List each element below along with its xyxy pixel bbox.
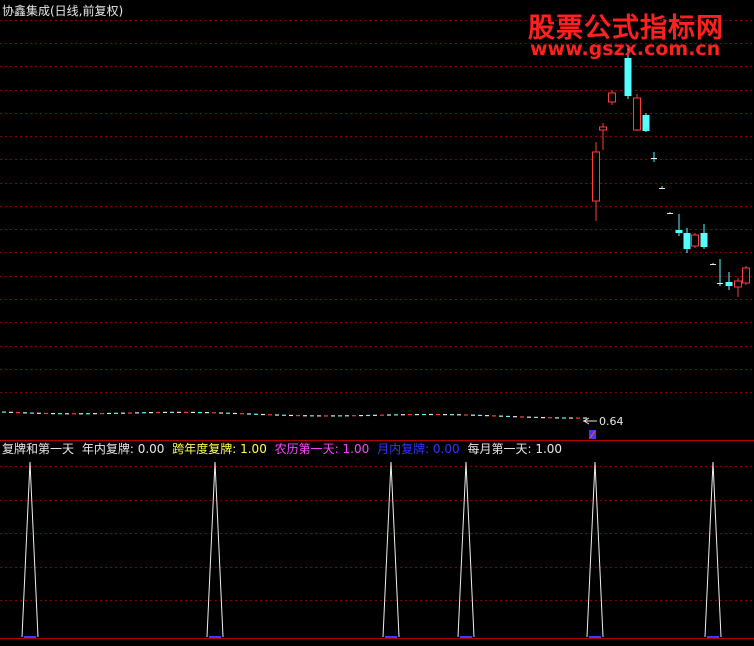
- candle-body-down: [683, 233, 691, 249]
- candle-body-up: [691, 234, 699, 247]
- candle-body-down: [700, 233, 708, 247]
- candlesticks: [592, 48, 750, 297]
- indicator-legend: 复牌和第一天 年内复牌: 0.00 跨年度复牌: 1.00 农历第一天: 1.0…: [2, 442, 566, 456]
- candle-body-up: [742, 267, 750, 284]
- price-marker: 0.64: [583, 415, 624, 439]
- candle-body-up: [734, 280, 742, 288]
- indicator-spike: [206, 461, 224, 638]
- volume-baseline: [2, 411, 587, 419]
- candle-body-up: [608, 92, 616, 103]
- indicator-spike: [586, 461, 604, 638]
- price-label: 0.64: [599, 415, 624, 428]
- candle-body-up: [592, 151, 600, 202]
- legend-item-resume-first-day: 复牌和第一天: [2, 442, 75, 456]
- candle-body-down: [675, 230, 683, 233]
- legend-item-lunar-first-day: 农历第一天: 1.00: [274, 442, 370, 456]
- chart-canvas[interactable]: 0.64: [0, 0, 754, 646]
- watermark-url: www.gszx.com.cn: [530, 38, 721, 60]
- candle-body-up: [599, 126, 607, 131]
- legend-item-monthly-resume: 月内复牌: 0.00: [377, 442, 460, 456]
- candle-body-down: [624, 58, 632, 96]
- indicator-spike: [704, 461, 722, 638]
- indicator-spike: [21, 461, 39, 638]
- window-title: 协鑫集成(日线,前复权): [2, 4, 124, 18]
- candle-body-up: [633, 97, 641, 131]
- indicator-spikes: [21, 461, 722, 638]
- legend-item-cross-year-resume: 跨年度复牌: 1.00: [172, 442, 267, 456]
- legend-item-month-first-day: 每月第一天: 1.00: [467, 442, 563, 456]
- candle-body-down: [725, 282, 733, 286]
- candle-body-down: [642, 115, 650, 131]
- legend-item-yearly-resume: 年内复牌: 0.00: [81, 442, 165, 456]
- indicator-spike: [457, 461, 475, 638]
- indicator-spike: [382, 461, 400, 638]
